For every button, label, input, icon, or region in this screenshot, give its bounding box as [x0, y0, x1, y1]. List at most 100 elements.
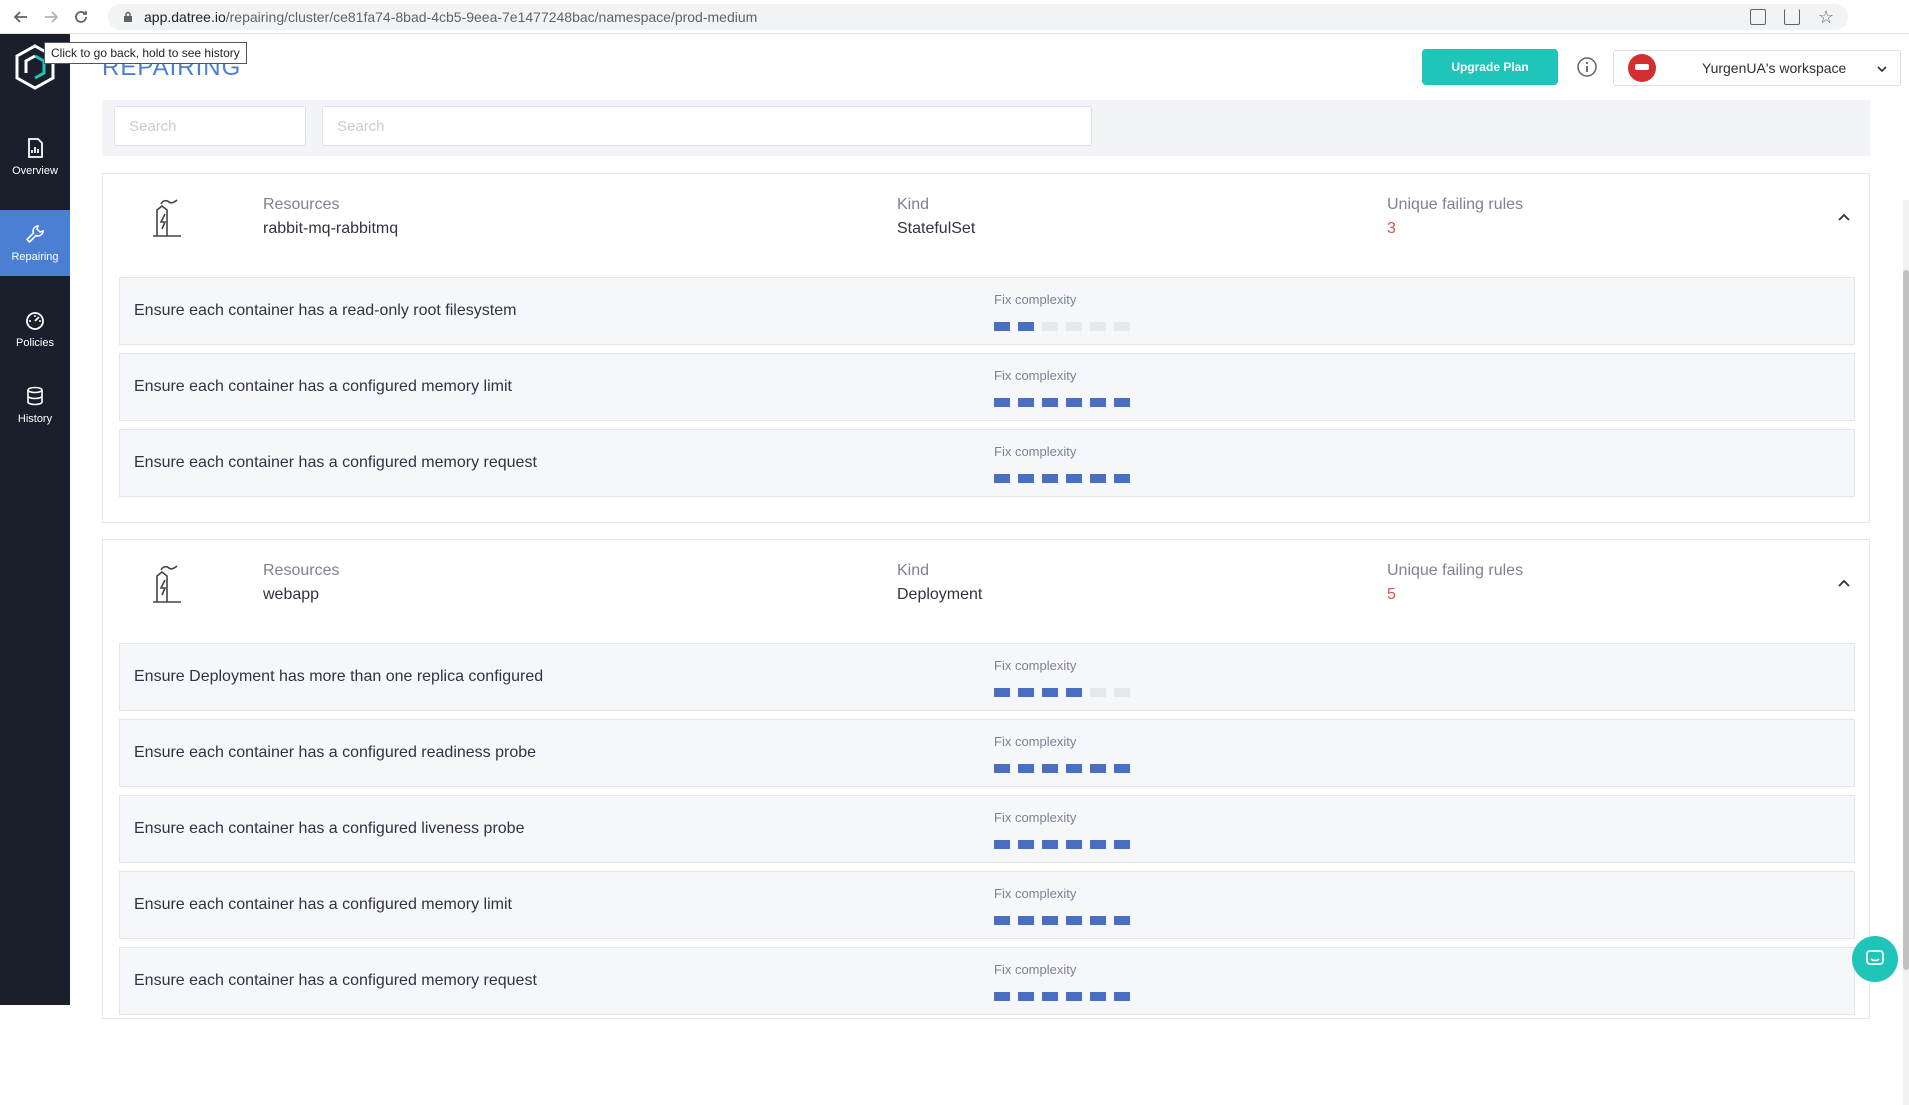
search-input-secondary[interactable] [322, 106, 1092, 146]
avatar [1628, 54, 1656, 82]
browser-toolbar: app.datree.io/repairing/cluster/ce81fa74… [0, 0, 1909, 34]
rule-row[interactable]: Ensure each container has a configured m… [119, 429, 1855, 497]
info-icon[interactable] [1576, 56, 1598, 78]
complexity-bar-filled [994, 916, 1010, 925]
failing-rules-label: Unique failing rules [1387, 196, 1524, 213]
chat-support-button[interactable] [1852, 936, 1898, 982]
chevron-up-icon[interactable] [1837, 210, 1851, 224]
failing-rules-label: Unique failing rules [1387, 562, 1524, 579]
rule-name: Ensure each container has a configured m… [134, 454, 537, 471]
rule-row[interactable]: Ensure each container has a configured r… [119, 719, 1855, 787]
address-bar[interactable]: app.datree.io/repairing/cluster/ce81fa74… [108, 4, 1848, 30]
complexity-bar-filled [1090, 398, 1106, 407]
fix-complexity-label: Fix complexity [994, 368, 1077, 383]
rule-row[interactable]: Ensure each container has a read-only ro… [119, 277, 1855, 345]
complexity-bar-filled [1042, 764, 1058, 773]
sidebar-item-label: Overview [12, 165, 58, 177]
star-icon[interactable]: ☆ [1818, 8, 1834, 26]
complexity-bar-filled [1066, 916, 1082, 925]
complexity-bar-empty [1090, 322, 1106, 331]
complexity-meter [994, 688, 1130, 697]
complexity-bar-filled [1018, 322, 1034, 331]
complexity-meter [994, 840, 1130, 849]
resource-name: rabbit-mq-rabbitmq [263, 220, 399, 237]
reload-button[interactable] [68, 4, 94, 30]
complexity-bar-filled [1090, 840, 1106, 849]
sidebar-item-label: Repairing [11, 251, 59, 263]
share-icon[interactable] [1784, 9, 1800, 25]
complexity-bar-filled [1090, 764, 1106, 773]
sidebar-item-label: Policies [16, 337, 54, 349]
translate-icon[interactable] [1750, 9, 1766, 25]
resource-card: Resources rabbit-mq-rabbitmq Kind Statef… [102, 173, 1870, 523]
resource-name: webapp [263, 586, 320, 603]
complexity-bar-filled [1018, 474, 1034, 483]
complexity-bar-filled [1114, 764, 1130, 773]
search-input-primary[interactable] [114, 106, 306, 146]
wrench-icon [25, 225, 44, 244]
rule-list: Ensure Deployment has more than one repl… [103, 643, 1869, 1015]
upgrade-plan-button[interactable]: Upgrade Plan [1422, 49, 1558, 85]
complexity-meter [994, 764, 1130, 773]
complexity-bar-filled [1090, 916, 1106, 925]
complexity-bar-filled [1066, 992, 1082, 1001]
fix-complexity-label: Fix complexity [994, 886, 1077, 901]
chevron-down-icon [1877, 66, 1887, 73]
failing-rules-count: 5 [1387, 586, 1396, 603]
rule-row[interactable]: Ensure each container has a configured m… [119, 871, 1855, 939]
rule-name: Ensure each container has a configured m… [134, 896, 512, 913]
complexity-bar-filled [1090, 992, 1106, 1001]
sidebar-item-policies[interactable]: Policies [0, 296, 70, 362]
complexity-bar-filled [1066, 474, 1082, 483]
resource-kind: StatefulSet [897, 220, 976, 237]
rule-row[interactable]: Ensure Deployment has more than one repl… [119, 643, 1855, 711]
forward-button[interactable] [38, 4, 64, 30]
resources-label: Resources [263, 196, 340, 213]
chevron-up-icon[interactable] [1837, 576, 1851, 590]
complexity-bar-filled [1114, 840, 1130, 849]
resource-card-header[interactable]: Resources webapp Kind Deployment Unique … [103, 540, 1869, 644]
lock-icon [124, 11, 132, 22]
resource-card: Resources webapp Kind Deployment Unique … [102, 539, 1870, 1019]
database-icon [27, 386, 43, 406]
complexity-meter [994, 474, 1130, 483]
fix-complexity-label: Fix complexity [994, 734, 1077, 749]
rule-row[interactable]: Ensure each container has a configured l… [119, 795, 1855, 863]
sidebar: Overview Repairing Policies History [0, 34, 70, 1005]
scrollbar-thumb[interactable] [1903, 270, 1909, 970]
sidebar-item-overview[interactable]: Overview [0, 124, 70, 190]
workspace-selector[interactable]: YurgenUA's workspace [1613, 50, 1901, 86]
back-button[interactable] [8, 4, 34, 30]
rule-name: Ensure each container has a configured m… [134, 972, 537, 989]
complexity-bar-filled [1042, 916, 1058, 925]
complexity-bar-filled [1018, 398, 1034, 407]
complexity-bar-filled [1018, 992, 1034, 1001]
resource-kind: Deployment [897, 586, 983, 603]
rule-row[interactable]: Ensure each container has a configured m… [119, 353, 1855, 421]
resource-card-header[interactable]: Resources rabbit-mq-rabbitmq Kind Statef… [103, 174, 1869, 278]
complexity-bar-filled [1090, 474, 1106, 483]
complexity-bar-filled [1018, 764, 1034, 773]
fix-complexity-label: Fix complexity [994, 444, 1077, 459]
complexity-bar-filled [1042, 840, 1058, 849]
complexity-bar-filled [1066, 398, 1082, 407]
complexity-meter [994, 322, 1130, 331]
url-text: app.datree.io/repairing/cluster/ce81fa74… [144, 9, 757, 25]
overview-icon [28, 138, 43, 158]
fix-complexity-label: Fix complexity [994, 658, 1077, 673]
main-content: Resources rabbit-mq-rabbitmq Kind Statef… [70, 100, 1909, 1105]
complexity-bar-filled [1114, 916, 1130, 925]
workspace-name: YurgenUA's workspace [1702, 60, 1847, 76]
complexity-bar-filled [1042, 474, 1058, 483]
complexity-bar-filled [1018, 688, 1034, 697]
complexity-meter [994, 992, 1130, 1001]
rule-name: Ensure Deployment has more than one repl… [134, 668, 544, 685]
sidebar-item-history[interactable]: History [0, 372, 70, 438]
address-bar-actions: ☆ [1750, 4, 1834, 30]
complexity-bar-empty [1114, 322, 1130, 331]
sidebar-item-repairing[interactable]: Repairing [0, 210, 70, 276]
complexity-bar-filled [1114, 398, 1130, 407]
complexity-bar-filled [994, 474, 1010, 483]
rule-name: Ensure each container has a configured l… [134, 820, 525, 837]
complexity-bar-filled [1042, 992, 1058, 1001]
